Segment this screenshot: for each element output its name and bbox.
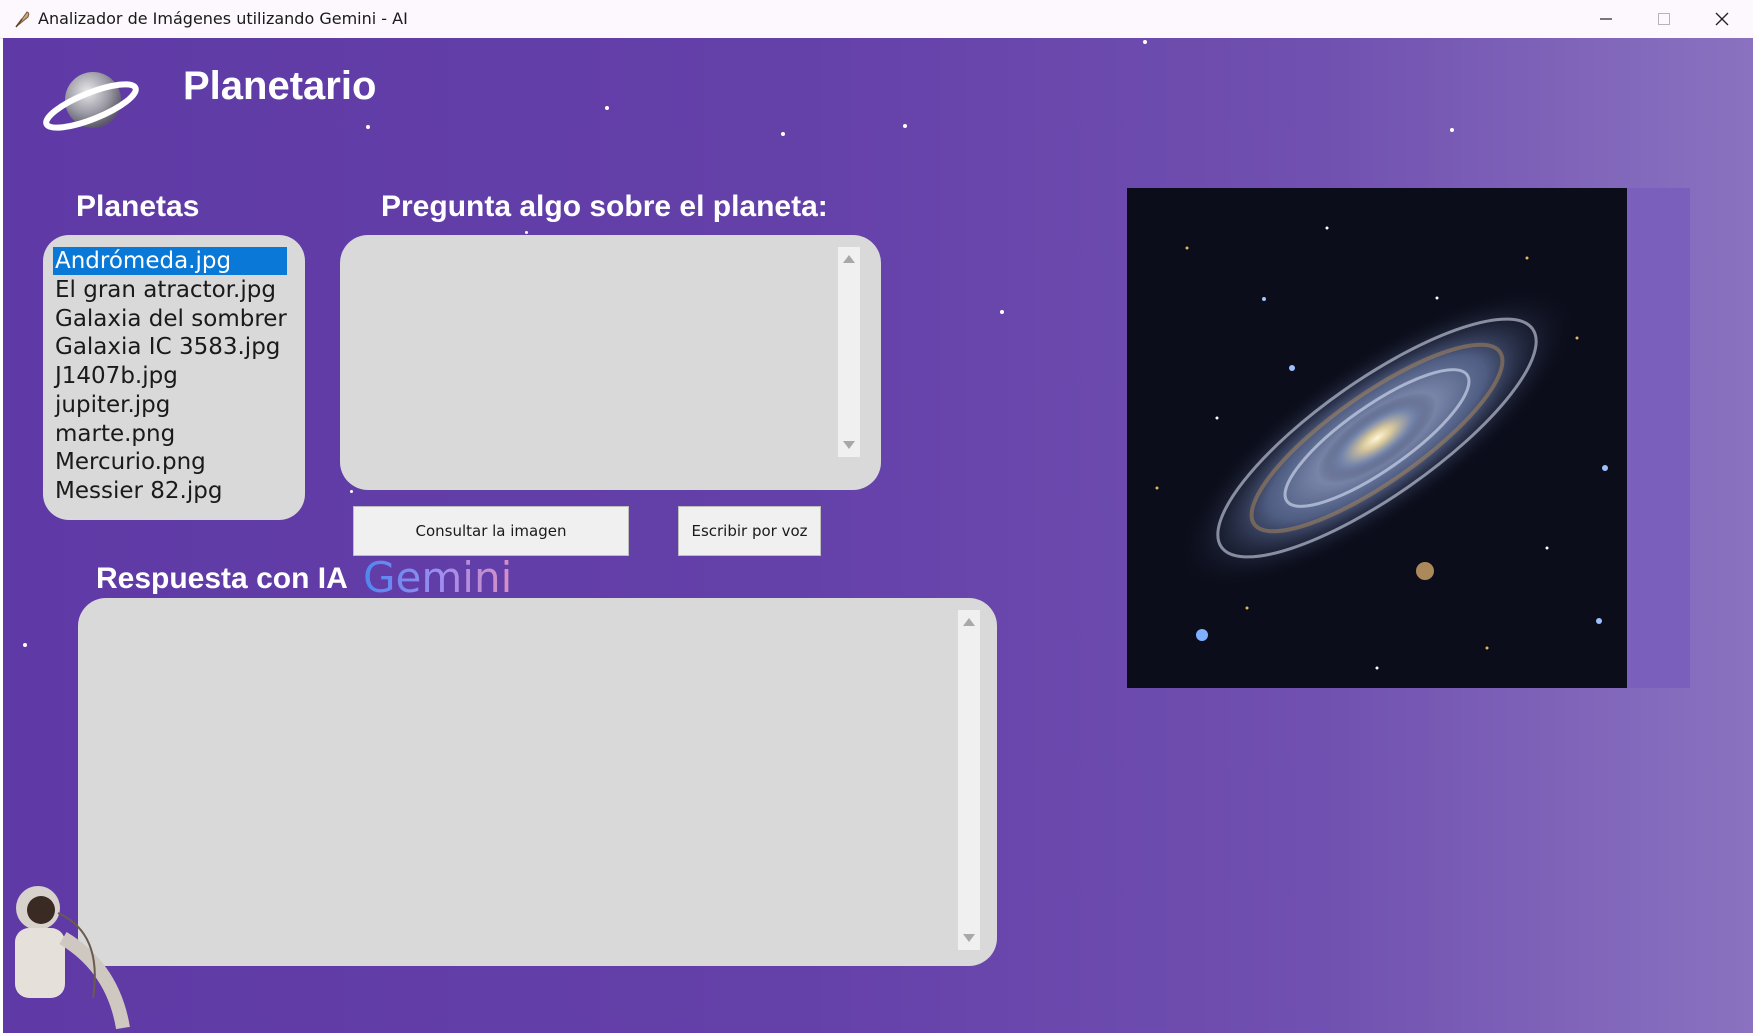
list-item[interactable]: Mercurio.png [53,448,287,476]
gemini-logo: Gemini [363,553,513,602]
question-label: Pregunta algo sobre el planeta: [381,190,828,223]
star [1143,40,1147,44]
close-button[interactable] [1693,0,1751,38]
list-item[interactable]: Galaxia del sombrero. [53,305,287,333]
astronaut-icon [15,886,130,1030]
list-item[interactable]: J1407b.jpg [53,362,287,390]
planet-listbox[interactable]: Andrómeda.jpg El gran atractor.jpg Galax… [43,235,305,520]
answer-scrollbar[interactable] [958,610,980,950]
image-preview-panel [1127,188,1690,688]
list-item[interactable]: Galaxia IC 3583.jpg [53,333,287,361]
star [366,125,370,129]
answer-label: Respuesta con IA [96,562,348,595]
question-textbox[interactable] [340,235,881,490]
star [1000,310,1004,314]
consult-image-button[interactable]: Consultar la imagen [353,506,629,556]
list-item[interactable]: Messier 82.jpg [53,477,287,505]
planets-label: Planetas [76,190,200,223]
list-item[interactable]: Andrómeda.jpg [53,247,287,275]
maximize-button[interactable] [1635,0,1693,38]
feather-icon [15,11,30,28]
galaxy-image [1127,188,1627,688]
star [903,124,907,128]
star [1450,128,1454,132]
minimize-icon [1600,18,1612,20]
title-bar: Analizador de Imágenes utilizando Gemini… [0,0,1753,39]
scroll-up-icon[interactable] [963,618,975,626]
close-icon [1715,12,1729,26]
star [350,490,353,493]
list-item[interactable]: jupiter.jpg [53,391,287,419]
list-item[interactable]: marte.png [53,420,287,448]
maximize-icon [1658,13,1670,25]
planet-logo-icon [43,72,139,131]
scroll-down-icon[interactable] [963,934,975,942]
minimize-button[interactable] [1577,0,1635,38]
star [525,231,528,234]
star [781,132,785,136]
voice-input-button[interactable]: Escribir por voz [678,506,821,556]
scroll-down-icon[interactable] [843,441,855,449]
question-scrollbar[interactable] [838,247,860,457]
star [605,106,609,110]
answer-textbox[interactable] [78,598,997,966]
app-title: Planetario [183,64,377,108]
scroll-up-icon[interactable] [843,255,855,263]
star [23,643,27,647]
list-item[interactable]: El gran atractor.jpg [53,276,287,304]
window-title: Analizador de Imágenes utilizando Gemini… [38,9,408,28]
main-canvas: Planetario Planetas Pregunta algo sobre … [3,38,1753,1033]
